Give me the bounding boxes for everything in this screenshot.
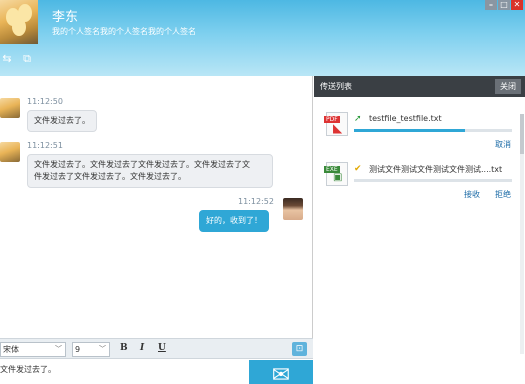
reject-file-link[interactable]: 拒绝 xyxy=(495,189,511,200)
chat-header: 李东 我的个人签名我的个人签名我的个人签名 – □ ✕ ⇆ ⧉ xyxy=(0,0,525,76)
italic-button[interactable]: I xyxy=(140,343,144,353)
transfer-file-icon[interactable]: ⇆ xyxy=(0,52,14,66)
chevron-down-icon: ﹀ xyxy=(99,345,106,353)
contact-message-avatar xyxy=(0,98,20,118)
font-size-value: 9 xyxy=(75,345,81,354)
upload-arrow-icon: ➚ xyxy=(354,114,362,124)
exe-file-icon: EXE ▣ xyxy=(324,162,348,186)
font-family-value: 宋体 xyxy=(3,345,19,354)
file-progress xyxy=(354,129,512,132)
font-family-select[interactable]: 宋体 ﹀ xyxy=(0,342,66,357)
message-bubble: 文件发过去了。文件发过去了文件发过去了。文件发过去了文 件发过去了文件发过去了。… xyxy=(27,154,273,188)
file-progress xyxy=(354,179,512,182)
transfer-panel: 传送列表 关闭 PDF ◣ ➚ testfile_testfile.txt 取消… xyxy=(314,76,525,384)
self-avatar xyxy=(283,198,303,220)
own-message-bubble: 好的，收到了！ xyxy=(199,210,269,232)
message-time: 11:12:52 xyxy=(238,197,274,206)
underline-button[interactable]: U xyxy=(158,343,166,353)
message-bubble: 文件发过去了。 xyxy=(27,110,97,132)
contact-name: 李东 xyxy=(52,10,79,25)
pdf-file-icon: PDF ◣ xyxy=(324,112,348,136)
check-icon: ✔ xyxy=(354,164,362,174)
close-button[interactable]: ✕ xyxy=(511,0,523,10)
window-controls: – □ ✕ xyxy=(485,0,523,10)
file-name: 测试文件测试文件测试文件测试....txt xyxy=(369,165,503,174)
header-toolbar: ⇆ ⧉ xyxy=(0,52,34,66)
format-toolbar: 宋体 ﹀ 9 ﹀ B I U ⊡ xyxy=(0,338,313,359)
maximize-button[interactable]: □ xyxy=(498,0,510,10)
send-icon: ✉ xyxy=(271,363,291,384)
message-line: 文件发过去了。文件发过去了文件发过去了。文件发过去了文 xyxy=(34,160,250,169)
screenshot-icon[interactable]: ⊡ xyxy=(292,342,307,356)
file-progress-fill xyxy=(354,129,465,132)
close-panel-button[interactable]: 关闭 xyxy=(495,79,521,94)
cancel-transfer-link[interactable]: 取消 xyxy=(495,139,511,150)
send-button[interactable]: ✉ xyxy=(249,360,313,384)
minimize-button[interactable]: – xyxy=(485,0,497,10)
contact-message-avatar xyxy=(0,142,20,162)
accept-file-link[interactable]: 接收 xyxy=(464,189,480,200)
chevron-down-icon: ﹀ xyxy=(55,345,62,353)
message-time: 11:12:51 xyxy=(27,141,63,150)
remote-screen-icon[interactable]: ⧉ xyxy=(20,52,34,66)
message-line: 件发过去了文件发过去了。文件发过去了。 xyxy=(34,172,186,181)
scrollbar-thumb[interactable] xyxy=(520,114,524,154)
transfer-panel-header: 传送列表 关闭 xyxy=(314,76,525,97)
transfer-panel-title: 传送列表 xyxy=(320,82,352,91)
panel-scrollbar[interactable] xyxy=(520,114,524,354)
bold-button[interactable]: B xyxy=(120,343,128,353)
contact-avatar[interactable] xyxy=(0,0,38,44)
message-list[interactable]: 11:12:50 文件发过去了。 11:12:51 文件发过去了。文件发过去了文… xyxy=(0,76,313,338)
font-size-select[interactable]: 9 ﹀ xyxy=(72,342,110,357)
message-time: 11:12:50 xyxy=(27,97,63,106)
contact-signature: 我的个人签名我的个人签名我的个人签名 xyxy=(52,27,196,36)
file-name: testfile_testfile.txt xyxy=(369,114,442,123)
message-input[interactable]: 文件发过去了。 xyxy=(0,360,246,384)
